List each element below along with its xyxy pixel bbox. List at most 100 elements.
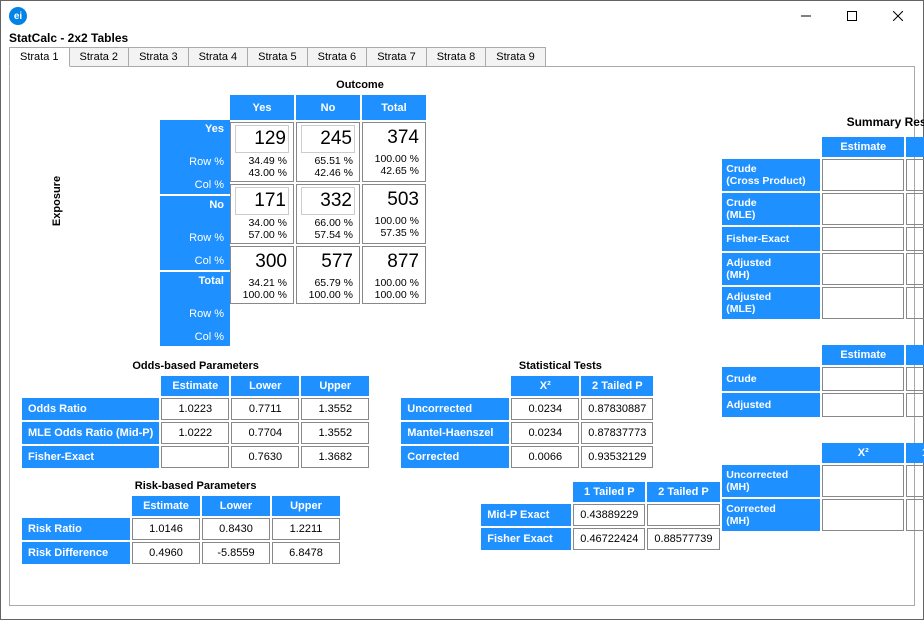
table-cell: 0.4960 (132, 542, 200, 564)
tab-panel: Exposure Outcome YesRow %Col %NoRow %Col… (9, 66, 915, 606)
summary-cell (822, 159, 904, 191)
table-cell: 1.3682 (301, 446, 369, 468)
table-cell: 0.46722424 (573, 528, 645, 550)
tab-strata-5[interactable]: Strata 5 (247, 47, 308, 66)
summary-row-header: Crude (Cross Product) (722, 159, 820, 191)
count-total: 877 (367, 249, 421, 275)
table-row-header: MLE Odds Ratio (Mid-P) (22, 422, 159, 444)
tab-strata-6[interactable]: Strata 6 (307, 47, 368, 66)
count-input[interactable]: 245 (301, 125, 355, 153)
table-cell: 0.87830887 (581, 398, 653, 420)
summary-row-header: Adjusted (722, 393, 820, 417)
outcome-matrix: Exposure Outcome YesRow %Col %NoRow %Col… (160, 75, 692, 346)
summary-cell (906, 465, 924, 497)
odds-params-table: EstimateLowerUpperOdds Ratio1.02230.7711… (20, 374, 371, 470)
minimize-button[interactable] (783, 1, 829, 31)
table-row-header: Corrected (401, 446, 509, 468)
summary-cell (822, 227, 904, 251)
outcome-cell[interactable]: 17134.00 %57.00 % (230, 184, 294, 244)
tab-strata-8[interactable]: Strata 8 (426, 47, 487, 66)
count-input[interactable]: 129 (235, 125, 289, 153)
tab-strata-3[interactable]: Strata 3 (128, 47, 189, 66)
summary-cell (906, 499, 924, 531)
stat-tests-title: Statistical Tests (399, 360, 721, 372)
outcome-cell[interactable]: 12934.49 %43.00 % (230, 122, 294, 182)
table-cell (161, 446, 229, 468)
table-cell: 0.0234 (511, 422, 579, 444)
table-row-header: Mantel-Haenszel (401, 422, 509, 444)
tab-strip: Strata 1Strata 2Strata 3Strata 4Strata 5… (1, 47, 923, 66)
table-cell: 0.0234 (511, 398, 579, 420)
count-input[interactable]: 171 (235, 187, 289, 215)
tab-strata-2[interactable]: Strata 2 (69, 47, 130, 66)
table-cell: 6.8478 (272, 542, 340, 564)
exact-tests-table: 1 Tailed P2 Tailed PMid-P Exact0.4388922… (479, 480, 721, 552)
table-cell: 0.7704 (231, 422, 299, 444)
count-input[interactable]: 332 (301, 187, 355, 215)
table-cell: 1.3552 (301, 422, 369, 444)
count-total: 374 (367, 125, 421, 151)
summary-block-label: Chi Square (722, 443, 820, 463)
odds-params-title: Odds-based Parameters (20, 360, 371, 372)
summary-cell (822, 367, 904, 391)
outcome-cell: 877100.00 %100.00 % (362, 246, 426, 304)
summary-table: Chi SquareX²1 Tailed P2 Tailed PUncorrec… (720, 441, 924, 533)
tab-strata-7[interactable]: Strata 7 (366, 47, 427, 66)
summary-cell (822, 499, 904, 531)
app-icon: ei (9, 7, 27, 25)
table-cell: 1.3552 (301, 398, 369, 420)
table-row-header: Risk Ratio (22, 518, 130, 540)
count-total: 503 (367, 187, 421, 213)
close-button[interactable] (875, 1, 921, 31)
count-total: 577 (301, 249, 355, 275)
table-cell: 0.8430 (202, 518, 270, 540)
outcome-cell[interactable]: 24565.51 %42.46 % (296, 122, 360, 182)
count-total: 300 (235, 249, 289, 275)
table-cell: 0.43889229 (573, 504, 645, 526)
summary-cell (822, 287, 904, 319)
tab-strata-4[interactable]: Strata 4 (188, 47, 249, 66)
summary-row-header: Uncorrected (MH) (722, 465, 820, 497)
summary-row-header: Crude (722, 367, 820, 391)
summary-cell (906, 287, 924, 319)
summary-block-label: Risk Ratio (722, 345, 820, 365)
tab-strata-9[interactable]: Strata 9 (485, 47, 546, 66)
table-cell: 0.7711 (231, 398, 299, 420)
summary-table: Risk RatioEstimateLowerUpperCrudeAdjuste… (720, 343, 924, 419)
summary-cell (822, 253, 904, 285)
tab-strata-1[interactable]: Strata 1 (9, 47, 70, 67)
outcome-cell: 503100.00 %57.35 % (362, 184, 426, 244)
risk-params-title: Risk-based Parameters (20, 480, 371, 492)
outcome-axis-label: Outcome (230, 75, 490, 95)
summary-title: Summary Results (720, 115, 924, 129)
summary-row-header: Fisher-Exact (722, 227, 820, 251)
table-cell (647, 504, 719, 526)
outcome-cell[interactable]: 33266.00 %57.54 % (296, 184, 360, 244)
table-cell: 0.93532129 (581, 446, 653, 468)
stat-tests-table: X²2 Tailed PUncorrected0.02340.87830887M… (399, 374, 655, 470)
table-cell: 0.88577739 (647, 528, 719, 550)
summary-cell (822, 465, 904, 497)
table-cell: 0.87837773 (581, 422, 653, 444)
summary-table: Odds RatioEstimateLowerUpperCrude (Cross… (720, 135, 924, 321)
table-cell: 1.0222 (161, 422, 229, 444)
summary-block-label: Odds Ratio (722, 137, 820, 157)
summary-cell (906, 227, 924, 251)
maximize-button[interactable] (829, 1, 875, 31)
summary-cell (906, 253, 924, 285)
risk-params-table: EstimateLowerUpperRisk Ratio1.01460.8430… (20, 494, 342, 566)
table-row-header: Odds Ratio (22, 398, 159, 420)
titlebar: ei (1, 1, 923, 31)
summary-row-header: Crude (MLE) (722, 193, 820, 225)
summary-cell (906, 393, 924, 417)
table-cell: 0.7630 (231, 446, 299, 468)
table-cell: 1.2211 (272, 518, 340, 540)
table-row-header: Fisher Exact (481, 528, 571, 550)
outcome-row-header: YesRow %Col % (160, 120, 230, 194)
page-title: StatCalc - 2x2 Tables (1, 31, 923, 47)
summary-row-header: Adjusted (MH) (722, 253, 820, 285)
outcome-cell: 57765.79 %100.00 % (296, 246, 360, 304)
summary-row-header: Adjusted (MLE) (722, 287, 820, 319)
outcome-col-header: Total (362, 95, 426, 120)
app-window: ei StatCalc - 2x2 Tables Strata 1Strata … (0, 0, 924, 620)
